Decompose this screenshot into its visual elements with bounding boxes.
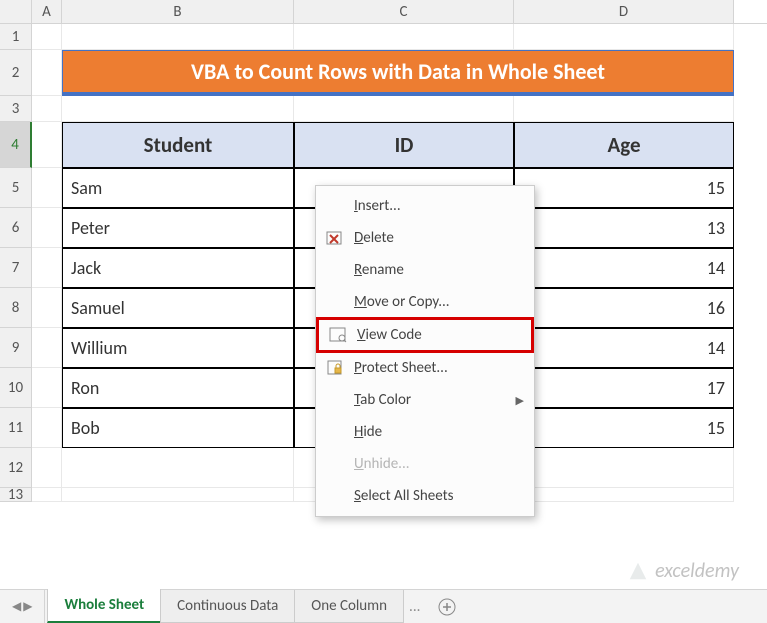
menu-delete[interactable]: Delete — [316, 222, 534, 254]
blank-icon — [322, 390, 348, 410]
cell[interactable] — [62, 448, 294, 488]
blank-icon — [322, 454, 348, 474]
sheet-tab-continuous-data[interactable]: Continuous Data — [160, 590, 295, 623]
sheet-tab-one-column[interactable]: One Column — [294, 590, 404, 623]
row-header-12[interactable]: 12 — [0, 448, 32, 488]
table-cell-student[interactable]: Jack — [62, 248, 294, 288]
row-header-8[interactable]: 8 — [0, 288, 32, 328]
cell[interactable] — [32, 288, 62, 328]
table-cell-age[interactable]: 14 — [514, 328, 734, 368]
col-header-a[interactable]: A — [32, 0, 62, 23]
cell[interactable] — [32, 248, 62, 288]
menu-tab-color[interactable]: Tab Color ▶ — [316, 384, 534, 416]
menu-hide[interactable]: Hide — [316, 416, 534, 448]
sheet-context-menu: Insert... Delete Rename Move or Copy... … — [315, 185, 535, 517]
row-header-6[interactable]: 6 — [0, 208, 32, 248]
menu-move-or-copy[interactable]: Move or Copy... — [316, 286, 534, 318]
cell[interactable] — [32, 50, 62, 96]
table-cell-age[interactable]: 17 — [514, 368, 734, 408]
cell[interactable] — [514, 24, 734, 50]
sheet-tabs-bar: ◀ ▶ Whole Sheet Continuous Data One Colu… — [0, 589, 767, 623]
watermark-text: exceldemy — [655, 559, 739, 583]
row-header-9[interactable]: 9 — [0, 328, 32, 368]
cell[interactable] — [32, 122, 62, 168]
cell[interactable] — [294, 24, 514, 50]
menu-unhide: Unhide... — [316, 448, 534, 480]
menu-select-all-sheets[interactable]: Select All Sheets — [316, 480, 534, 512]
table-cell-student[interactable]: Samuel — [62, 288, 294, 328]
submenu-arrow-icon: ▶ — [516, 394, 524, 407]
column-headers: A B C D — [0, 0, 767, 24]
cell[interactable] — [32, 488, 62, 502]
blank-icon — [322, 486, 348, 506]
menu-view-code[interactable]: View Code — [316, 317, 534, 353]
table-header-student[interactable]: Student — [62, 122, 294, 168]
tab-scroll-nav[interactable]: ◀ ▶ — [0, 590, 45, 623]
blank-icon — [322, 422, 348, 442]
cell[interactable] — [32, 24, 62, 50]
table-cell-age[interactable]: 15 — [514, 168, 734, 208]
menu-insert[interactable]: Insert... — [316, 190, 534, 222]
table-cell-student[interactable]: Willium — [62, 328, 294, 368]
cell[interactable] — [32, 328, 62, 368]
row-header-5[interactable]: 5 — [0, 168, 32, 208]
cell[interactable] — [32, 208, 62, 248]
delete-icon — [322, 228, 348, 248]
watermark: exceldemy — [627, 559, 739, 583]
table-cell-student[interactable]: Peter — [62, 208, 294, 248]
table-cell-age[interactable]: 15 — [514, 408, 734, 448]
row-header-11[interactable]: 11 — [0, 408, 32, 448]
cell[interactable] — [514, 488, 734, 502]
table-cell-age[interactable]: 16 — [514, 288, 734, 328]
cell[interactable] — [32, 448, 62, 488]
menu-rename[interactable]: Rename — [316, 254, 534, 286]
row-header-7[interactable]: 7 — [0, 248, 32, 288]
blank-icon — [322, 292, 348, 312]
table-cell-student[interactable]: Bob — [62, 408, 294, 448]
nav-prev-icon[interactable]: ◀ — [12, 599, 21, 614]
cell[interactable] — [514, 448, 734, 488]
menu-protect-sheet[interactable]: Protect Sheet... — [316, 352, 534, 384]
cell[interactable] — [32, 368, 62, 408]
view-code-icon — [325, 325, 351, 345]
cell[interactable] — [32, 96, 62, 122]
cell[interactable] — [32, 408, 62, 448]
table-cell-age[interactable]: 13 — [514, 208, 734, 248]
nav-next-icon[interactable]: ▶ — [23, 599, 32, 614]
cell[interactable] — [62, 24, 294, 50]
row-header-3[interactable]: 3 — [0, 96, 32, 122]
col-header-d[interactable]: D — [514, 0, 734, 23]
row-header-13[interactable]: 13 — [0, 488, 32, 502]
sheet-tab-whole-sheet[interactable]: Whole Sheet — [47, 589, 161, 623]
table-header-id[interactable]: ID — [294, 122, 514, 168]
page-title: VBA to Count Rows with Data in Whole She… — [62, 50, 734, 96]
table-cell-student[interactable]: Ron — [62, 368, 294, 408]
select-all-corner[interactable] — [0, 0, 32, 23]
cell[interactable] — [62, 488, 294, 502]
protect-icon — [322, 358, 348, 378]
cell[interactable] — [32, 168, 62, 208]
col-header-b[interactable]: B — [62, 0, 294, 23]
row-header-10[interactable]: 10 — [0, 368, 32, 408]
new-sheet-button[interactable] — [426, 590, 468, 623]
cell[interactable] — [62, 96, 294, 122]
row-header-4[interactable]: 4 — [0, 122, 32, 168]
table-cell-student[interactable]: Sam — [62, 168, 294, 208]
blank-icon — [322, 196, 348, 216]
sheet-tabs-overflow[interactable]: ... — [403, 591, 426, 623]
col-header-c[interactable]: C — [294, 0, 514, 23]
row-header-1[interactable]: 1 — [0, 24, 32, 50]
cell[interactable] — [294, 96, 514, 122]
blank-icon — [322, 260, 348, 280]
table-cell-age[interactable]: 14 — [514, 248, 734, 288]
row-header-2[interactable]: 2 — [0, 50, 32, 96]
table-header-age[interactable]: Age — [514, 122, 734, 168]
cell[interactable] — [514, 96, 734, 122]
